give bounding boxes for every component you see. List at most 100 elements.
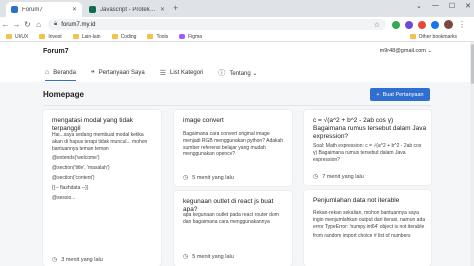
bookmark-tools[interactable]: Tools: [147, 34, 168, 40]
excerpt-line: Bagaimana cara convert original image me…: [183, 131, 284, 158]
scrollbar-thumb[interactable]: [470, 44, 474, 84]
bookmark-uiux[interactable]: UI/UX: [6, 34, 28, 40]
lock-icon[interactable]: 🔒︎: [54, 21, 57, 28]
plus-icon: +: [376, 91, 380, 98]
question-excerpt: Hai...saya sedang membuat modal ketika a…: [52, 132, 152, 201]
create-question-button[interactable]: + Buat Pertanyaan: [370, 88, 430, 101]
figma-icon: [179, 34, 186, 39]
nav-tentang[interactable]: ⓘ Tentang ⌄: [218, 68, 257, 81]
timestamp-label: 5 menit yang lalu: [192, 174, 234, 181]
question-card[interactable]: kegunaan outlet di react js buat apa? ap…: [174, 191, 292, 266]
clock-icon: ◷: [313, 174, 319, 180]
close-tab-icon[interactable]: ✕: [160, 6, 165, 13]
excerpt-line: @sessio...: [52, 194, 76, 201]
browser-toolbar: ← → ↻ ⌂ 🔒︎ forum7.my.id ☆ ⋮: [0, 17, 474, 32]
folder-icon: [72, 34, 79, 39]
forum-page: Forum7 m9r48@gmail.com ⌄ ⌂ Beranda ❝ Per…: [0, 42, 474, 266]
home-button-icon[interactable]: ⌂: [33, 20, 44, 29]
tab-favicon-icon: [89, 6, 96, 13]
question-title[interactable]: mengatasi modal yang tidak terpanggil: [52, 117, 152, 133]
folder-icon: [409, 34, 416, 39]
nav-label: List Kategori: [170, 70, 204, 76]
nav-label: Beranda: [53, 69, 76, 76]
browser-tab-javascript[interactable]: Javascript - Protekti halaman di ✕: [84, 2, 170, 17]
extension-icon[interactable]: [405, 20, 413, 29]
bookmark-star-icon[interactable]: ☆: [374, 21, 380, 29]
browser-tab-forum7[interactable]: Forum7 ✕: [6, 2, 82, 17]
address-bar[interactable]: 🔒︎ forum7.my.id ☆: [48, 19, 386, 30]
maximize-icon[interactable]: ☐: [449, 2, 455, 10]
timestamp-label: 3 menit yang lalu: [61, 256, 103, 263]
question-card[interactable]: Penjumlahan data not iterable Rekan-reka…: [304, 190, 431, 266]
bookmark-label: Lain-lain: [81, 33, 101, 40]
main-nav: ⌂ Beranda ❝ Pertanyaan Saya ☰ List Kateg…: [45, 68, 257, 81]
button-label: Buat Pertanyaan: [382, 91, 424, 98]
nav-list-kategori[interactable]: ☰ List Kategori: [160, 68, 204, 81]
tab-search-icon[interactable]: ⌄: [416, 2, 422, 10]
excerpt-line: from random import choice # list of numb…: [313, 233, 411, 240]
browser-tab-strip: Forum7 ✕ Javascript - Protekti halaman d…: [0, 0, 474, 17]
page-title: Homepage: [43, 90, 84, 99]
extensions-area: ⋮: [392, 20, 466, 29]
nav-beranda[interactable]: ⌂ Beranda: [45, 68, 76, 81]
bookmark-lain-lain[interactable]: Lain-lain: [72, 33, 101, 40]
nav-label: Pertanyaan Saya: [98, 70, 145, 76]
divider: [43, 105, 431, 106]
reload-icon[interactable]: ↻: [22, 20, 33, 29]
bookmarks-bar: UI/UX Invest Lain-lain Coding Tools Figm…: [0, 32, 474, 42]
info-icon: ⓘ: [218, 70, 226, 77]
home-icon: ⌂: [45, 69, 50, 76]
minimize-icon[interactable]: —: [432, 2, 439, 10]
profile-avatar[interactable]: [444, 20, 453, 29]
question-excerpt: apa kegunaan outlet pada react router do…: [183, 212, 285, 226]
bookmark-label: Coding: [120, 33, 137, 40]
back-icon[interactable]: ←: [0, 20, 11, 29]
other-bookmarks-label: Other bookmarks: [418, 33, 457, 40]
site-logo[interactable]: Forum7: [43, 48, 69, 55]
other-bookmarks[interactable]: Other bookmarks: [409, 33, 457, 40]
excerpt-line: @section('content'): [52, 174, 95, 181]
clock-icon: ◷: [183, 254, 189, 260]
question-timestamp: ◷ 5 menit yang lalu: [183, 253, 234, 261]
question-title[interactable]: image convert: [183, 117, 283, 125]
question-title[interactable]: Penjumlahan data not iterable: [313, 197, 425, 205]
tab-title: Forum7: [22, 6, 43, 13]
question-excerpt: Rekan-rekan sekalian, mohon bantuannya s…: [313, 210, 425, 240]
bookmark-figma[interactable]: Figma: [179, 34, 202, 40]
question-excerpt: Bagaimana cara convert original image me…: [183, 131, 285, 158]
question-title[interactable]: c = √(a^2 + b^2 - 2ab cos γ) Bagaimana r…: [313, 117, 427, 141]
bookmark-label: Tools: [156, 33, 169, 40]
new-tab-button[interactable]: +: [173, 3, 178, 13]
browser-menu-icon[interactable]: ⋮: [458, 20, 466, 29]
bookmark-coding[interactable]: Coding: [111, 33, 137, 40]
excerpt-line: Soal: Math expression: c = √(a^2 + b^2 -…: [313, 143, 422, 163]
extension-icon[interactable]: [431, 20, 439, 29]
user-menu[interactable]: m9r48@gmail.com ⌄: [380, 48, 432, 54]
question-excerpt: Soal: Math expression: c = √(a^2 + b^2 -…: [313, 143, 425, 163]
question-card[interactable]: mengatasi modal yang tidak terpanggil Ha…: [43, 110, 161, 266]
timestamp-label: 5 menit yang lalu: [192, 253, 234, 260]
tab-title: Javascript - Protekti halaman di: [100, 6, 157, 13]
extension-icon[interactable]: [418, 20, 426, 29]
question-card[interactable]: c = √(a^2 + b^2 - 2ab cos γ) Bagaimana r…: [304, 110, 431, 185]
bookmark-invest[interactable]: Invest: [39, 33, 62, 40]
forward-icon[interactable]: →: [11, 20, 22, 29]
quote-icon: ❝: [90, 70, 95, 77]
bookmark-label: Figma: [188, 33, 203, 40]
site-header: Forum7 m9r48@gmail.com ⌄ ⌂ Beranda ❝ Per…: [0, 42, 474, 82]
extension-icon[interactable]: [392, 20, 400, 29]
nav-label: Tentang ⌄: [229, 70, 258, 77]
excerpt-line: Hai...saya sedang membuat modal ketika a…: [52, 132, 148, 152]
close-tab-icon[interactable]: ✕: [72, 6, 77, 13]
url-text[interactable]: forum7.my.id: [61, 22, 95, 28]
folder-icon: [111, 34, 118, 39]
nav-pertanyaan-saya[interactable]: ❝ Pertanyaan Saya: [91, 68, 145, 81]
close-window-icon[interactable]: ✕: [465, 2, 471, 10]
clock-icon: ◷: [52, 257, 58, 263]
list-icon: ☰: [159, 70, 167, 77]
page-scrollbar[interactable]: [470, 42, 474, 266]
excerpt-line: apa kegunaan outlet pada react router do…: [183, 212, 279, 225]
clock-icon: ◷: [183, 175, 189, 181]
question-card[interactable]: image convert Bagaimana cara convert ori…: [174, 110, 292, 186]
bookmark-label: Invest: [48, 33, 62, 40]
